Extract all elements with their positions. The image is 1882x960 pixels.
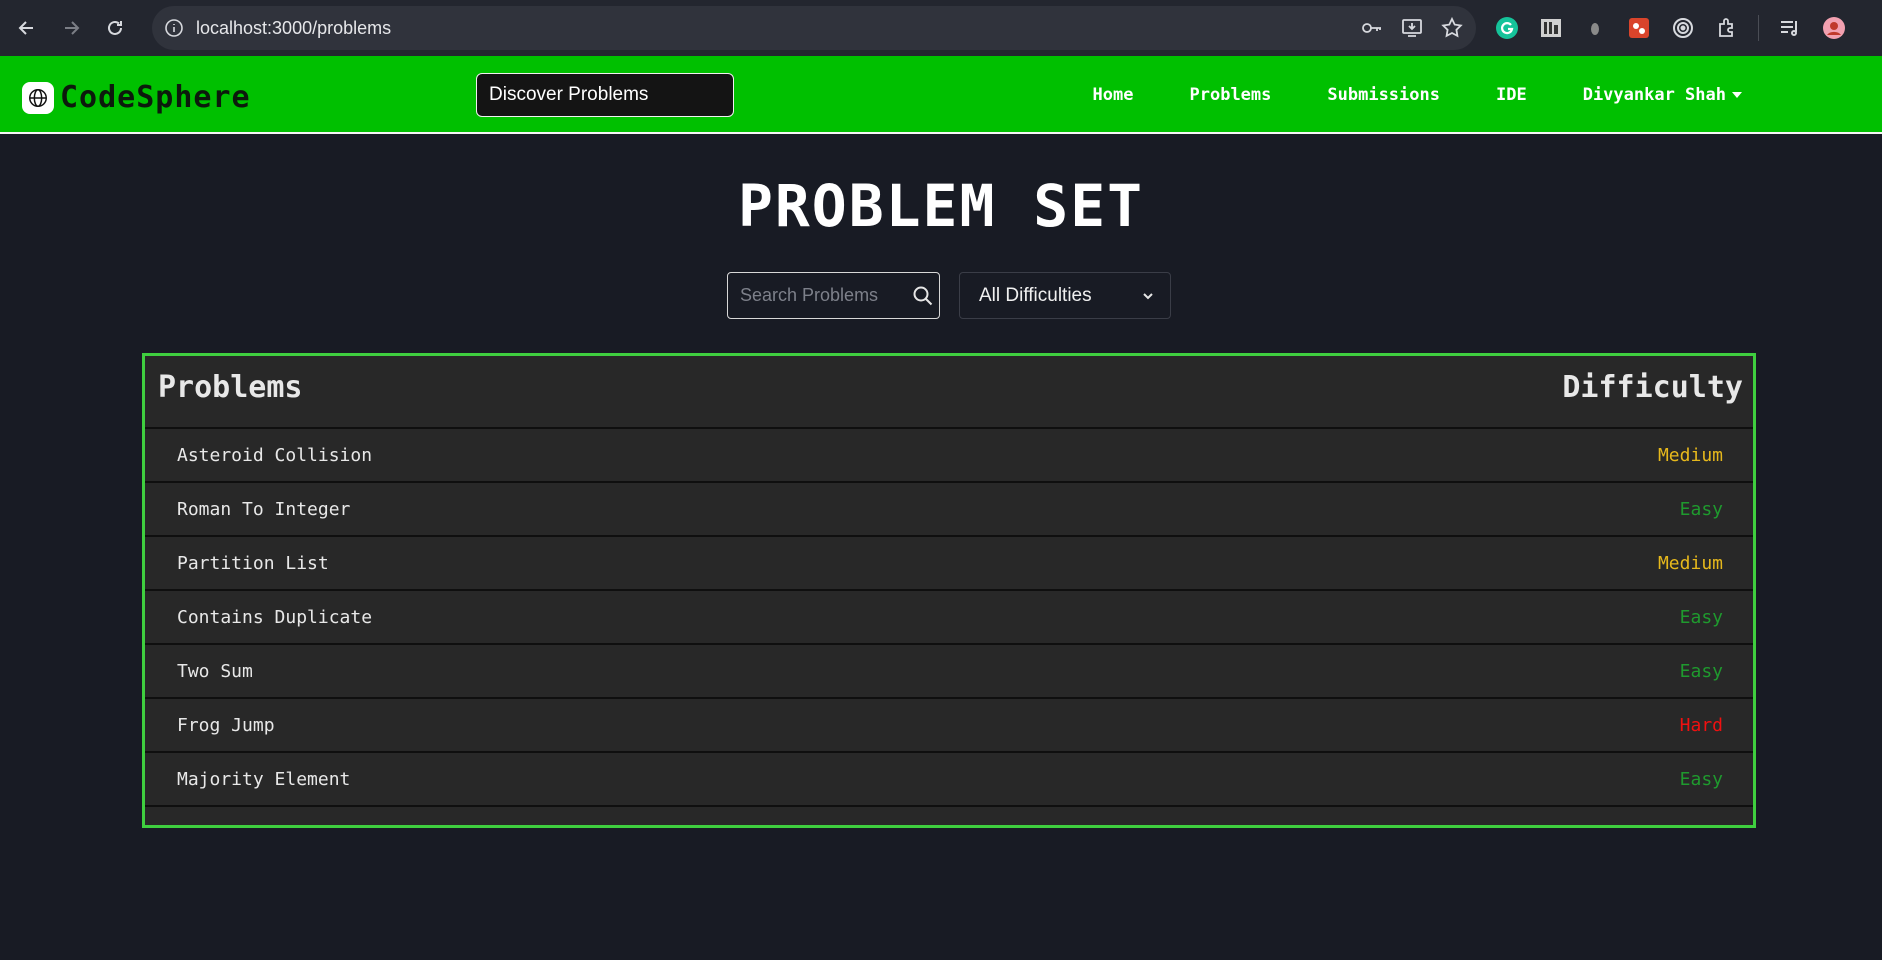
difficulty-badge: Hard <box>1679 715 1723 736</box>
address-bar[interactable]: localhost:3000/problems <box>152 6 1476 50</box>
app-navbar: CodeSphere Discover Problems Home Proble… <box>0 56 1882 134</box>
difficulty-badge: Medium <box>1657 445 1723 466</box>
table-row[interactable]: Two Sum Easy <box>145 645 1753 699</box>
profile-avatar[interactable] <box>1821 15 1847 41</box>
brand-name: CodeSphere <box>60 80 251 115</box>
chevron-down-icon <box>1143 293 1153 300</box>
brand[interactable]: CodeSphere <box>22 80 251 115</box>
difficulty-badge: Easy <box>1679 661 1723 682</box>
table-row[interactable]: Frog Jump Hard <box>145 699 1753 753</box>
target-icon[interactable] <box>1670 15 1696 41</box>
difficulty-badge: Medium <box>1657 553 1723 574</box>
site-info-icon[interactable] <box>164 18 184 38</box>
difficulty-badge: Easy <box>1679 499 1723 520</box>
extensions-icon[interactable] <box>1714 15 1740 41</box>
forward-icon[interactable] <box>51 8 91 48</box>
table-header: Problems Difficulty <box>145 356 1753 429</box>
column-header-problems[interactable]: Problems <box>158 370 303 405</box>
nav-home[interactable]: Home <box>1065 85 1162 105</box>
grammarly-icon[interactable] <box>1494 15 1520 41</box>
search-input[interactable] <box>740 285 910 306</box>
reader-icon[interactable] <box>1538 15 1564 41</box>
nav-problems[interactable]: Problems <box>1162 85 1300 105</box>
problem-name[interactable]: Majority Element <box>177 769 350 790</box>
user-menu[interactable]: Divyankar Shah <box>1555 85 1742 105</box>
nav-submissions[interactable]: Submissions <box>1299 85 1468 105</box>
problem-name[interactable]: Asteroid Collision <box>177 445 372 466</box>
media-queue-icon[interactable] <box>1777 15 1803 41</box>
url-text[interactable]: localhost:3000/problems <box>196 18 391 39</box>
table-row[interactable]: Partition List Medium <box>145 537 1753 591</box>
browser-toolbar: localhost:3000/problems <box>0 0 1882 56</box>
puzzle-red-icon[interactable] <box>1626 15 1652 41</box>
table-row[interactable]: Roman To Integer Easy <box>145 483 1753 537</box>
discover-problems-button[interactable]: Discover Problems <box>476 73 734 117</box>
user-name: Divyankar Shah <box>1582 85 1726 105</box>
table-row[interactable]: Majority Element Easy <box>145 753 1753 807</box>
difficulty-badge: Easy <box>1679 607 1723 628</box>
nav-ide[interactable]: IDE <box>1468 85 1555 105</box>
page-title: PROBLEM SET <box>737 172 1145 240</box>
difficulty-select[interactable]: All Difficulties <box>959 272 1171 319</box>
search-box[interactable] <box>727 272 940 319</box>
problem-name[interactable]: Roman To Integer <box>177 499 350 520</box>
install-app-icon[interactable] <box>1400 16 1424 40</box>
password-key-icon[interactable] <box>1360 16 1384 40</box>
table-row[interactable]: Asteroid Collision Medium <box>145 429 1753 483</box>
back-icon[interactable] <box>7 8 47 48</box>
column-header-difficulty[interactable]: Difficulty <box>1562 370 1743 405</box>
difficulty-badge: Easy <box>1679 769 1723 790</box>
problem-name[interactable]: Two Sum <box>177 661 253 682</box>
problems-table: Problems Difficulty Asteroid Collision Me… <box>142 353 1756 828</box>
table-row[interactable]: Contains Duplicate Easy <box>145 591 1753 645</box>
caret-down-icon <box>1732 92 1742 98</box>
globe-icon <box>22 81 54 114</box>
problem-name[interactable]: Frog Jump <box>177 715 275 736</box>
mouse-icon[interactable] <box>1582 15 1608 41</box>
reload-icon[interactable] <box>95 8 135 48</box>
difficulty-select-value: All Difficulties <box>979 284 1092 306</box>
toolbar-divider <box>1758 15 1759 41</box>
bookmark-star-icon[interactable] <box>1440 16 1464 40</box>
search-icon[interactable] <box>912 285 934 307</box>
problem-name[interactable]: Partition List <box>177 553 329 574</box>
problem-name[interactable]: Contains Duplicate <box>177 607 372 628</box>
